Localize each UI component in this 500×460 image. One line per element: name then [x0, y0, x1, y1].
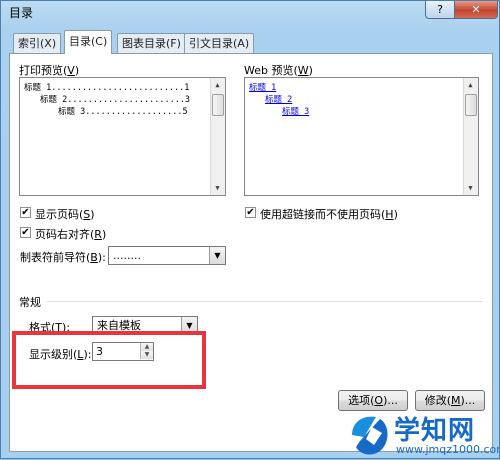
web-preview-scrollbar[interactable]: ▲ ▼ [463, 78, 478, 195]
show-page-numbers-label: 显示页码(S) [35, 208, 95, 221]
levels-label: 显示级别(L): [29, 348, 92, 361]
modify-button[interactable]: 修改(M)... [415, 390, 485, 411]
format-value: 来自模板 [97, 319, 141, 332]
checkmark-icon: ✔ [21, 227, 30, 238]
tab-leader-label: 制表符前导符(B): [20, 251, 106, 264]
use-hyperlinks-label: 使用超链接而不使用页码(H) [260, 208, 398, 221]
tab-citations[interactable]: 引文目录(A) [184, 33, 255, 53]
checkmark-icon: ✔ [246, 207, 255, 218]
dialog-window: 目录 ? ✕ 索引(X) 目录(C) 图表目录(F) 引文目录(A) 打印预览(… [0, 0, 500, 459]
print-toc-line-3: 标题 3...................5 [58, 107, 188, 117]
print-toc-line-2: 标题 2.......................3 [40, 95, 191, 105]
right-align-checkbox[interactable]: ✔ [20, 227, 31, 238]
print-toc-line-1: 标题 1..........................1 [24, 83, 190, 93]
format-select[interactable]: 来自模板 ▼ [92, 316, 198, 335]
scroll-down-icon[interactable]: ▼ [211, 181, 224, 195]
tab-leader-select[interactable]: ........ ▼ [108, 246, 226, 265]
close-button[interactable]: ✕ [454, 1, 498, 19]
tab-index[interactable]: 索引(X) [13, 33, 62, 53]
dialog-title: 目录 [9, 6, 34, 20]
web-link-2[interactable]: 标题 2 [265, 93, 292, 105]
watermark-title: 学知网 [394, 416, 476, 446]
general-divider [47, 301, 483, 302]
general-heading: 常规 [19, 296, 41, 309]
help-button[interactable]: ? [425, 1, 455, 19]
levels-spinner[interactable]: 3 ▲ ▼ [92, 342, 154, 361]
chevron-down-icon[interactable]: ▼ [181, 317, 197, 334]
web-preview-label: Web 预览(W) [244, 64, 313, 77]
print-preview-box: 标题 1..........................1 标题 2....… [19, 77, 226, 196]
scroll-up-icon[interactable]: ▲ [464, 78, 477, 92]
checkmark-icon: ✔ [21, 207, 30, 218]
right-align-label: 页码右对齐(R) [35, 228, 107, 241]
watermark: 学知网 www.jmqz1000.com [342, 409, 500, 460]
options-button[interactable]: 选项(O)... [338, 390, 408, 411]
watermark-url: www.jmqz1000.com [396, 443, 500, 456]
scroll-down-icon[interactable]: ▼ [464, 181, 477, 195]
tab-leader-value: ........ [113, 249, 141, 262]
print-preview-label: 打印预览(V) [19, 64, 80, 77]
show-page-numbers-checkbox[interactable]: ✔ [20, 207, 31, 218]
scroll-thumb[interactable] [212, 94, 224, 116]
spin-up-icon[interactable]: ▲ [140, 343, 153, 351]
chevron-down-icon[interactable]: ▼ [209, 247, 225, 264]
use-hyperlinks-checkbox[interactable]: ✔ [245, 207, 256, 218]
watermark-logo-icon [352, 416, 388, 455]
scroll-up-icon[interactable]: ▲ [211, 78, 224, 92]
print-preview-scrollbar[interactable]: ▲ ▼ [210, 78, 225, 195]
scroll-thumb[interactable] [465, 94, 477, 116]
web-link-3[interactable]: 标题 3 [282, 105, 309, 117]
tab-figures[interactable]: 图表目录(F) [117, 33, 186, 53]
levels-value[interactable]: 3 [96, 345, 103, 358]
web-link-1[interactable]: 标题 1 [249, 81, 276, 93]
tab-toc[interactable]: 目录(C) [64, 30, 113, 54]
format-label: 格式(T): [29, 321, 71, 334]
spin-down-icon[interactable]: ▼ [140, 351, 153, 359]
web-preview-box: 标题 1 标题 2 标题 3 ▲ ▼ [244, 77, 479, 196]
